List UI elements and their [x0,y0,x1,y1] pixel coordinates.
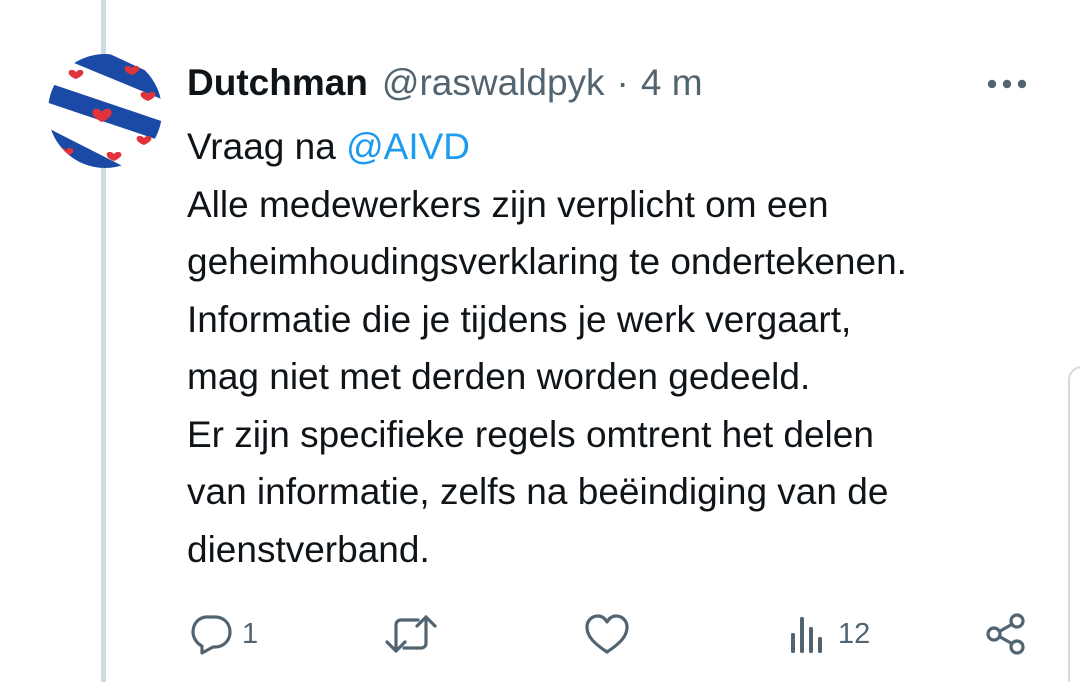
repost-icon [385,615,437,653]
user-handle[interactable]: @raswaldpyk [382,58,605,108]
share-icon [986,613,1025,655]
share-button[interactable] [983,606,1029,662]
header-separator: · [616,62,629,103]
tweet-line-2: Alle medewerkers zijn verplicht om een [187,183,829,225]
tweet-line-3: geheimhoudingsverklaring te ondertekenen… [187,241,907,282]
views-bar-chart-icon [791,617,822,653]
more-options-button[interactable] [984,70,1030,98]
tweet-line-1-prefix: Vraag na [187,126,347,167]
repost-button[interactable] [384,606,446,662]
tweet-line-6: Er zijn specifieke regels omtrent het de… [187,413,874,455]
views-count: 12 [838,617,871,650]
tweet-line-4: Informatie die je tijdens je werk vergaa… [187,298,852,340]
tweet-line-8: dienstverband. [187,528,430,570]
tweet-body: Vraag na @AIVD Alle medewerkers zijn ver… [187,118,1067,578]
tweet-timestamp[interactable]: 4 m [641,58,703,108]
like-button[interactable] [583,606,639,662]
mention-link[interactable]: @AIVD [346,126,470,167]
adjacent-card-edge [1068,366,1080,682]
reply-bubble-icon [191,615,232,655]
views-button[interactable]: 12 [786,606,870,662]
tweet-line-5: mag niet met derden worden gedeeld. [187,356,811,397]
tweet-line-7: van informatie, zelfs na beëindiging van… [187,471,889,512]
reply-count: 1 [242,617,259,650]
heart-icon [585,614,629,654]
reply-button[interactable]: 1 [188,606,258,662]
display-name[interactable]: Dutchman [187,58,368,108]
more-dots-icon [987,79,1027,89]
tweet-line-1: Vraag na @AIVD [187,118,1067,176]
frisian-flag-avatar-image [48,54,162,168]
avatar[interactable] [48,54,162,168]
tweet-header: Dutchman @raswaldpyk · 4 m [187,58,703,108]
